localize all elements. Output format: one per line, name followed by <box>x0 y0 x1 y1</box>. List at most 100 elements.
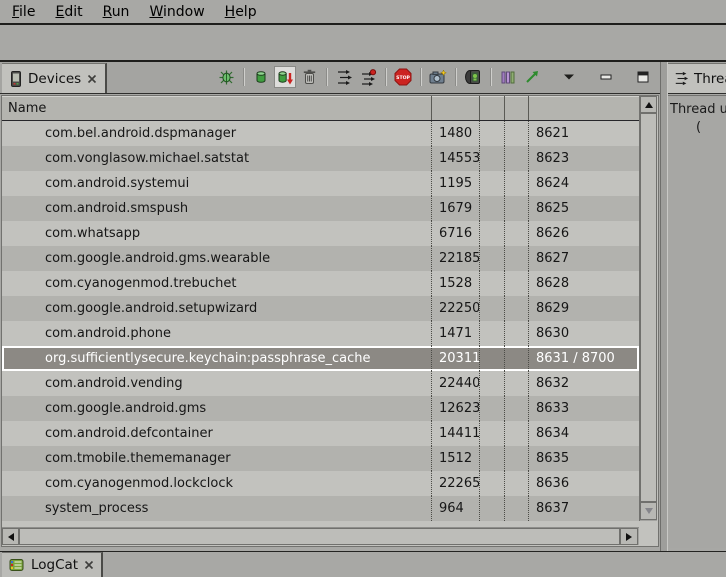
menu-edit[interactable]: Edit <box>47 2 90 22</box>
blank-cell <box>504 146 528 171</box>
screen-record-icon[interactable] <box>462 66 484 88</box>
table-row[interactable]: com.google.android.gms126238633 <box>2 396 639 421</box>
vertical-scrollbar[interactable] <box>639 96 657 521</box>
toolbar-strip <box>0 27 726 62</box>
update-threads-icon[interactable] <box>333 66 355 88</box>
svg-text:STOP: STOP <box>396 75 410 81</box>
blank-cell <box>504 221 528 246</box>
process-name: com.android.vending <box>2 371 431 396</box>
scroll-left-button[interactable] <box>2 528 19 545</box>
process-pid: 22265 <box>431 471 479 496</box>
table-row[interactable]: com.tmobile.thememanager15128635 <box>2 446 639 471</box>
debug-icon[interactable] <box>215 66 237 88</box>
blank-cell <box>504 371 528 396</box>
blank-cell <box>479 446 504 471</box>
process-name: com.google.android.setupwizard <box>2 296 431 321</box>
blank-cell <box>504 296 528 321</box>
column-header-blank-1 <box>479 96 504 120</box>
scroll-up-button[interactable] <box>640 96 657 113</box>
arrow-left-icon <box>8 533 14 541</box>
process-port: 8623 <box>528 146 639 171</box>
process-pid: 1679 <box>431 196 479 221</box>
table-row[interactable]: com.android.phone14718630 <box>2 321 639 346</box>
table-row[interactable]: com.cyanogenmod.trebuchet15288628 <box>2 271 639 296</box>
menu-help[interactable]: Help <box>217 2 265 22</box>
table-row[interactable]: com.cyanogenmod.lockclock222658636 <box>2 471 639 496</box>
toolbar-separator <box>326 68 327 86</box>
horizontal-scroll-thumb[interactable] <box>19 528 620 545</box>
scroll-right-button[interactable] <box>620 528 638 545</box>
screen-capture-icon[interactable] <box>427 66 449 88</box>
blank-cell <box>479 296 504 321</box>
table-row[interactable]: com.google.android.gms.wearable221858627 <box>2 246 639 271</box>
blank-cell <box>479 421 504 446</box>
arrow-up-icon <box>645 102 653 108</box>
blank-cell <box>504 121 528 146</box>
process-port: 8624 <box>528 171 639 196</box>
method-profiling-icon[interactable] <box>357 66 379 88</box>
tab-devices[interactable]: Devices <box>2 63 107 93</box>
threads-tabbar: Threads <box>668 62 726 94</box>
table-row[interactable]: com.whatsapp67168626 <box>2 221 639 246</box>
stop-process-icon[interactable]: STOP <box>392 66 414 88</box>
table-row[interactable]: org.sufficientlysecure.keychain:passphra… <box>2 346 639 371</box>
threads-message-line2: ( <box>696 120 726 135</box>
process-name: com.android.defcontainer <box>2 421 431 446</box>
devices-table: Name com.bel.android.dspmanager14808621c… <box>1 95 659 547</box>
tab-threads[interactable]: Threads <box>668 63 726 93</box>
dump-hprof-icon[interactable] <box>274 66 296 88</box>
minimize-icon[interactable] <box>595 66 617 88</box>
horizontal-scrollbar[interactable] <box>2 527 639 545</box>
column-header-pid <box>431 96 479 120</box>
menu-file[interactable]: File <box>4 2 43 22</box>
process-port: 8634 <box>528 421 639 446</box>
table-row[interactable]: system_process9648637 <box>2 496 639 521</box>
table-row[interactable]: com.bel.android.dspmanager14808621 <box>2 121 639 146</box>
process-port: 8629 <box>528 296 639 321</box>
close-icon[interactable] <box>84 560 94 570</box>
maximize-icon[interactable] <box>632 66 654 88</box>
process-pid: 22185 <box>431 246 479 271</box>
table-row[interactable]: com.android.systemui1195 8624 <box>2 171 639 196</box>
close-icon[interactable] <box>87 74 97 84</box>
gc-icon[interactable] <box>298 66 320 88</box>
table-row[interactable]: com.android.vending224408632 <box>2 371 639 396</box>
table-row[interactable]: com.vonglasow.michael.satstat145538623 <box>2 146 639 171</box>
vertical-scroll-thumb[interactable] <box>640 113 657 502</box>
process-port: 8621 <box>528 121 639 146</box>
process-pid: 1195 <box>431 171 479 196</box>
update-heap-icon[interactable] <box>250 66 272 88</box>
column-header-name[interactable]: Name <box>2 96 431 120</box>
table-row[interactable]: com.android.smspush16798625 <box>2 196 639 221</box>
blank-cell <box>504 321 528 346</box>
systrace-icon[interactable] <box>497 66 519 88</box>
scroll-down-button[interactable] <box>640 502 657 520</box>
process-pid: 1528 <box>431 271 479 296</box>
process-port: 8628 <box>528 271 639 296</box>
process-name: com.android.systemui <box>2 171 431 196</box>
arrow-down-icon <box>645 508 653 514</box>
blank-cell <box>479 346 504 371</box>
view-menu-icon[interactable] <box>558 66 580 88</box>
arrow-right-icon <box>626 533 632 541</box>
blank-cell <box>504 446 528 471</box>
toolbar-separator <box>243 68 244 86</box>
table-row[interactable]: com.android.defcontainer144118634 <box>2 421 639 446</box>
blank-cell <box>504 271 528 296</box>
opengl-trace-icon[interactable] <box>521 66 543 88</box>
tab-logcat[interactable]: LogCat <box>2 552 103 577</box>
process-port: 8636 <box>528 471 639 496</box>
menu-run[interactable]: Run <box>95 2 138 22</box>
menu-bar: FileEditRunWindowHelp <box>0 0 726 25</box>
toolbar-separator <box>455 68 456 86</box>
panel-sash[interactable] <box>660 62 668 551</box>
toolbar-separator <box>385 68 386 86</box>
toolbar-separator <box>420 68 421 86</box>
blank-cell <box>504 396 528 421</box>
menu-window[interactable]: Window <box>141 2 212 22</box>
devices-tabbar: Devices <box>0 62 660 94</box>
blank-cell <box>479 246 504 271</box>
table-row[interactable]: com.google.android.setupwizard222508629 <box>2 296 639 321</box>
tab-logcat-label: LogCat <box>31 557 78 573</box>
process-name: com.google.android.gms <box>2 396 431 421</box>
